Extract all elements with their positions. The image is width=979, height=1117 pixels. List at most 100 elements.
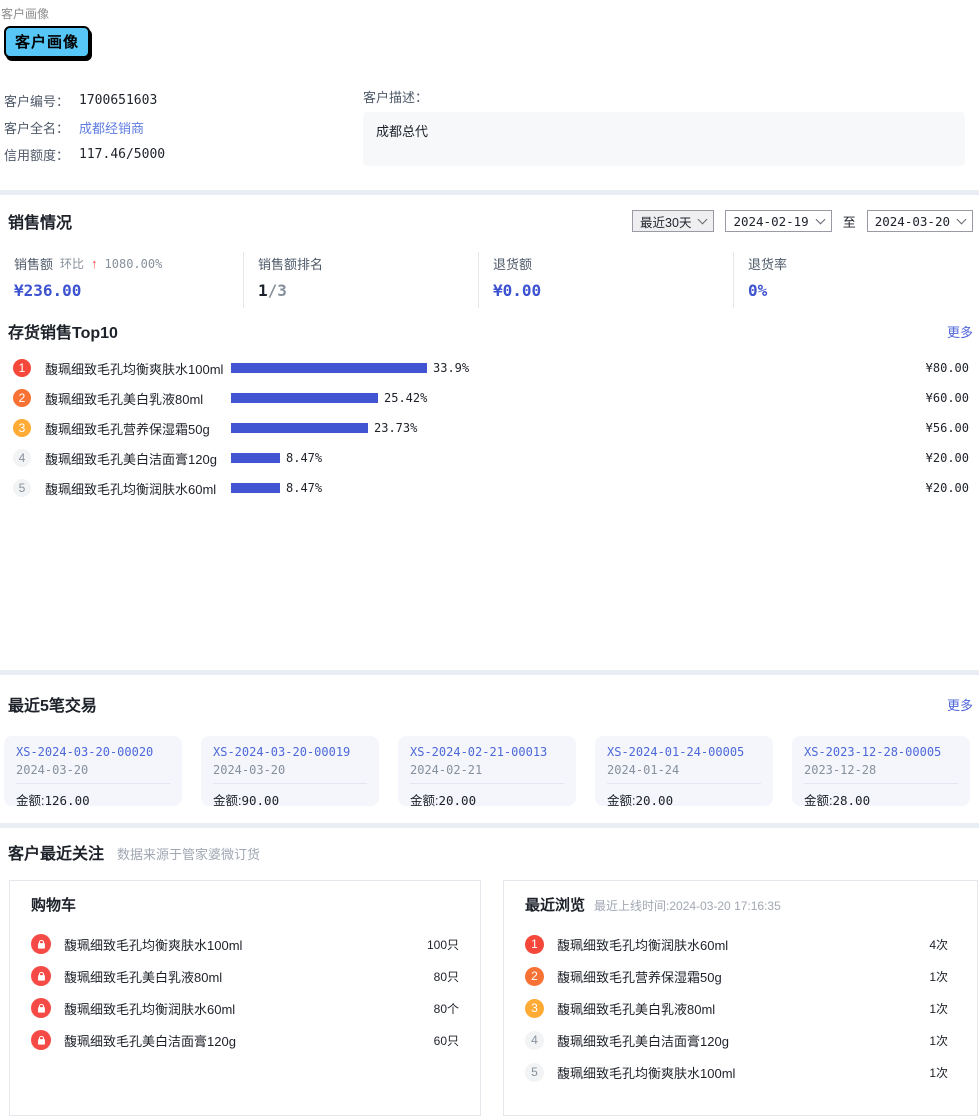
amount-value: 20.00 (635, 793, 674, 808)
order-number-link[interactable]: XS-2024-02-21-00013 (410, 745, 564, 759)
customer-name-link[interactable]: 成都经销商 (79, 118, 144, 137)
rank-badge: 3 (525, 998, 544, 1018)
more-link-top10[interactable]: 更多 (947, 322, 973, 341)
top10-row: 3 馥珮细致毛孔营养保湿霜50g 23.73% ¥56.00 (0, 413, 979, 443)
browse-item: 1 馥珮细致毛孔均衡润肤水60ml 4次 (504, 928, 977, 960)
bar-percent: 8.47% (286, 451, 323, 465)
order-date: 2024-03-20 (213, 763, 286, 777)
rank-badge: 2 (13, 389, 31, 407)
order-number-link[interactable]: XS-2024-03-20-00020 (16, 745, 170, 759)
recent-views-panel: 最近浏览 最近上线时间:2024-03-20 17:16:35 1 馥珮细致毛孔… (503, 880, 978, 1116)
range-select-value: 最近30天 (640, 215, 692, 230)
rank-badge: 5 (13, 479, 31, 497)
view-count: 1次 (929, 969, 948, 984)
chevron-down-icon (815, 214, 826, 225)
view-count: 1次 (929, 1001, 948, 1016)
rank-badge: 3 (13, 419, 31, 437)
more-link-transactions[interactable]: 更多 (947, 695, 973, 714)
transaction-card: XS-2023-12-28-00005 2023-12-28 金额:28.00 (792, 736, 970, 808)
section-divider (0, 190, 979, 195)
rank-badge: 1 (13, 359, 31, 377)
shopping-bag-icon (31, 934, 51, 954)
shopping-bag-icon (31, 966, 51, 986)
browse-panel-title: 最近浏览 (525, 897, 586, 914)
order-number-link[interactable]: XS-2024-03-20-00019 (213, 745, 367, 759)
browse-item: 3 馥珮细致毛孔美白乳液80ml 1次 (504, 992, 977, 1024)
transactions-section-header: 最近5笔交易 更多 (0, 691, 979, 717)
sales-section-title: 销售情况 (8, 215, 73, 232)
cart-item: 馥珮细致毛孔美白乳液80ml 80只 (10, 960, 480, 992)
order-number-link[interactable]: XS-2023-12-28-00005 (804, 745, 958, 759)
range-select[interactable]: 最近30天 (632, 210, 715, 232)
breadcrumb: 客户画像 (1, 7, 50, 21)
focus-section-title: 客户最近关注 (8, 846, 105, 863)
tab-customer-portrait[interactable]: 客户画像 (4, 26, 91, 58)
metric-change-pct: 1080.00% (104, 256, 163, 271)
rank-badge: 1 (525, 934, 544, 954)
cart-item: 馥珮细致毛孔均衡润肤水60ml 80个 (10, 992, 480, 1024)
metric-sales-amount: 销售额 环比 ↑ 1080.00% ¥236.00 (0, 252, 243, 308)
rank-value: 1 (258, 281, 268, 300)
transactions-section-title: 最近5笔交易 (8, 698, 97, 715)
metric-return-amount: 退货额 ¥0.00 (478, 252, 733, 308)
customer-desc-box: 成都总代 (363, 112, 965, 166)
credit-limit-value: 117.46/5000 (79, 147, 166, 162)
metric-sublabel: 环比 (60, 257, 85, 271)
customer-id-value: 1700651603 (79, 93, 158, 108)
metric-label: 退货率 (748, 257, 788, 272)
focus-data-source-note: 数据来源于管家婆微订货 (117, 847, 261, 862)
order-date: 2024-02-21 (410, 763, 483, 777)
start-date-select[interactable]: 2024-02-19 (725, 210, 832, 232)
last-online-time: 最近上线时间:2024-03-20 17:16:35 (594, 899, 781, 913)
quantity: 80个 (433, 1001, 459, 1016)
transaction-card: XS-2024-01-24-00005 2024-01-24 金额:20.00 (595, 736, 773, 808)
customer-id-row: 客户编号： 1700651603 (4, 87, 363, 114)
customer-name-label: 客户全名： (4, 121, 70, 136)
chevron-down-icon (698, 214, 708, 225)
metric-return-rate: 退货率 0% (733, 252, 979, 308)
section-divider (0, 670, 979, 675)
bar-percent: 23.73% (374, 421, 418, 435)
rank-badge: 2 (525, 966, 544, 986)
end-date-value: 2024-03-20 (874, 213, 950, 229)
sales-amount: ¥20.00 (925, 481, 969, 495)
card-divider (16, 783, 170, 784)
sales-section-header: 销售情况 最近30天 2024-02-19 至 2024-03-20 (0, 208, 979, 234)
rank-badge: 4 (525, 1030, 544, 1050)
cart-item: 馥珮细致毛孔美白洁面膏120g 60只 (10, 1024, 480, 1056)
view-count: 1次 (929, 1065, 948, 1080)
order-date: 2023-12-28 (804, 763, 877, 777)
product-name: 馥珮细致毛孔均衡润肤水60ml (557, 937, 729, 953)
product-name: 馥珮细致毛孔营养保湿霜50g (45, 421, 210, 437)
view-count: 1次 (929, 1033, 948, 1048)
product-name: 馥珮细致毛孔均衡润肤水60ml (45, 481, 217, 497)
bar (231, 483, 280, 493)
order-number-link[interactable]: XS-2024-01-24-00005 (607, 745, 761, 759)
amount-label: 金额: (804, 794, 833, 808)
amount-value: 126.00 (44, 793, 90, 808)
sales-amount: ¥80.00 (925, 361, 969, 375)
top10-row: 4 馥珮细致毛孔美白洁面膏120g 8.47% ¥20.00 (0, 443, 979, 473)
quantity: 60只 (433, 1033, 459, 1048)
end-date-select[interactable]: 2024-03-20 (866, 210, 973, 232)
focus-section-header: 客户最近关注 数据来源于管家婆微订货 (0, 840, 979, 866)
top10-bar-chart: 1 馥珮细致毛孔均衡爽肤水100ml 33.9% ¥80.00 2 馥珮细致毛孔… (0, 353, 979, 503)
product-name: 馥珮细致毛孔均衡爽肤水100ml (557, 1065, 736, 1081)
metric-sales-rank: 销售额排名 1/3 (243, 252, 478, 308)
view-count: 4次 (929, 937, 948, 952)
cart-item: 馥珮细致毛孔均衡爽肤水100ml 100只 (10, 928, 480, 960)
customer-info-section: 客户编号： 1700651603 客户全名： 成都经销商 信用额度： 117.4… (4, 87, 965, 168)
bar (231, 423, 368, 433)
metric-label: 销售额 (14, 257, 54, 272)
section-divider (0, 823, 979, 828)
bar (231, 363, 427, 373)
sales-amount: ¥60.00 (925, 391, 969, 405)
rank-total: /3 (267, 281, 287, 300)
bar (231, 453, 280, 463)
card-divider (607, 783, 761, 784)
credit-limit-row: 信用额度： 117.46/5000 (4, 141, 363, 168)
rank-badge: 4 (13, 449, 31, 467)
product-name: 馥珮细致毛孔均衡润肤水60ml (64, 1001, 236, 1017)
card-divider (804, 783, 958, 784)
